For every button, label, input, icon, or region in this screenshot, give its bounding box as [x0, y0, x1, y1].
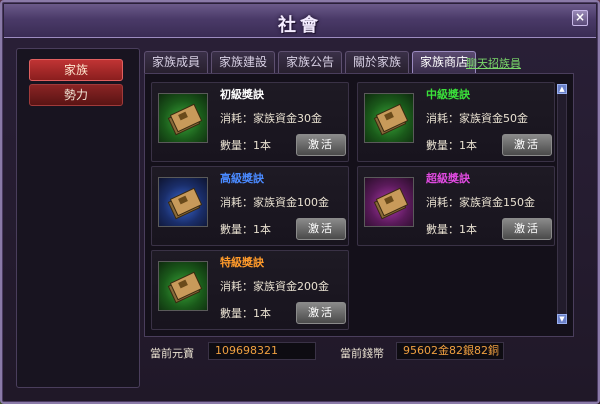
sidebar: 家族 勢力	[16, 48, 140, 388]
item-quantity: 數量：1本	[220, 223, 271, 236]
close-button[interactable]: ×	[572, 10, 588, 26]
close-icon: ×	[574, 10, 586, 24]
society-window: 社會 × 家族 勢力 家族成員 家族建設 家族公告 關於家族 家族商店 聊天招族…	[0, 0, 600, 404]
item-quantity: 數量：1本	[426, 223, 477, 236]
window-title: 社會	[278, 15, 322, 36]
shop-panel: 初級獎訣 消耗：家族資金30金 數量：1本 激活 中級獎訣 消耗：家族資金50金…	[144, 73, 574, 337]
item-name: 超級獎訣	[426, 172, 470, 185]
scrollbar[interactable]: ▲ ▼	[557, 84, 567, 324]
shop-item-card: 超級獎訣 消耗：家族資金150金 數量：1本 激活	[357, 166, 555, 246]
green-book-icon	[158, 261, 208, 311]
activate-button[interactable]: 激活	[296, 218, 346, 240]
item-cost: 消耗：家族資金150金	[426, 196, 535, 209]
item-name: 特級獎訣	[220, 256, 264, 269]
titlebar[interactable]: 社會 ×	[4, 4, 596, 38]
activate-button[interactable]: 激活	[502, 134, 552, 156]
scroll-down-icon[interactable]: ▼	[557, 314, 567, 324]
item-name: 高級獎訣	[220, 172, 264, 185]
shop-item-card: 高級獎訣 消耗：家族資金100金 數量：1本 激活	[151, 166, 349, 246]
item-cost: 消耗：家族資金100金	[220, 196, 329, 209]
tab-family-members[interactable]: 家族成員	[144, 51, 208, 73]
shop-item-card: 特級獎訣 消耗：家族資金200金 數量：1本 激活	[151, 250, 349, 330]
recruit-link[interactable]: 聊天招族員	[466, 55, 521, 71]
tab-family-build[interactable]: 家族建設	[211, 51, 275, 73]
yuanbao-value: 109698321	[208, 342, 316, 360]
scroll-up-icon[interactable]: ▲	[557, 84, 567, 94]
item-cost: 消耗：家族資金30金	[220, 112, 322, 125]
activate-button[interactable]: 激活	[296, 134, 346, 156]
green-book-icon	[364, 93, 414, 143]
tab-family-notice[interactable]: 家族公告	[278, 51, 342, 73]
tab-about-family[interactable]: 關於家族	[345, 51, 409, 73]
sidebar-item-family[interactable]: 家族	[29, 59, 123, 81]
yuanbao-label: 當前元寶	[150, 347, 194, 360]
green-book-icon	[158, 93, 208, 143]
item-cost: 消耗：家族資金50金	[426, 112, 528, 125]
sidebar-item-faction[interactable]: 勢力	[29, 84, 123, 106]
money-value: 95602金82銀82銅	[396, 342, 504, 360]
activate-button[interactable]: 激活	[502, 218, 552, 240]
item-quantity: 數量：1本	[220, 139, 271, 152]
blue-book-icon	[158, 177, 208, 227]
shop-item-card: 初級獎訣 消耗：家族資金30金 數量：1本 激活	[151, 82, 349, 162]
shop-item-card: 中級獎訣 消耗：家族資金50金 數量：1本 激活	[357, 82, 555, 162]
money-label: 當前錢幣	[340, 347, 384, 360]
activate-button[interactable]: 激活	[296, 302, 346, 324]
item-cost: 消耗：家族資金200金	[220, 280, 329, 293]
purple-book-icon	[364, 177, 414, 227]
item-name: 初級獎訣	[220, 88, 264, 101]
item-quantity: 數量：1本	[426, 139, 477, 152]
item-name: 中級獎訣	[426, 88, 470, 101]
item-quantity: 數量：1本	[220, 307, 271, 320]
